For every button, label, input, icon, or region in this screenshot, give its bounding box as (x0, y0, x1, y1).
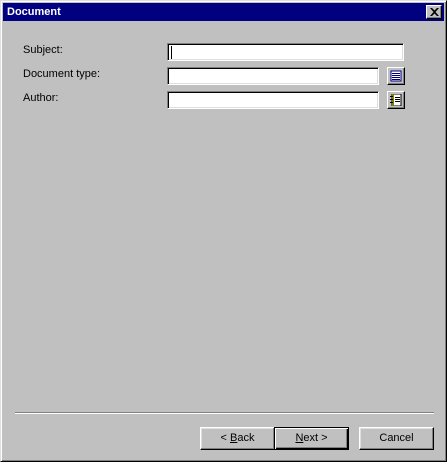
cancel-button[interactable]: Cancel (359, 427, 434, 450)
author-label: Author: (23, 92, 59, 104)
text-caret (171, 46, 172, 59)
subject-input[interactable] (167, 43, 404, 61)
separator-highlight (15, 413, 434, 414)
next-button[interactable]: Next > (274, 427, 349, 450)
back-button-prefix: < (220, 432, 230, 444)
document-dialog: Document Subject: Document type: Author: (0, 0, 447, 462)
window-title: Document (7, 6, 61, 18)
list-icon (390, 70, 402, 82)
address-book-icon (390, 94, 402, 106)
document-type-label: Document type: (23, 68, 101, 80)
document-type-lookup-button[interactable] (387, 67, 405, 85)
back-button-label: ack (237, 432, 255, 444)
document-type-input[interactable] (167, 67, 379, 85)
subject-label: Subject: (23, 44, 63, 56)
author-input[interactable] (167, 91, 379, 109)
next-button-label: ext > (303, 432, 328, 444)
title-bar: Document (3, 3, 444, 21)
close-icon (430, 8, 439, 16)
back-button[interactable]: < Back (200, 427, 275, 450)
close-button[interactable] (426, 5, 442, 19)
author-lookup-button[interactable] (387, 91, 405, 109)
